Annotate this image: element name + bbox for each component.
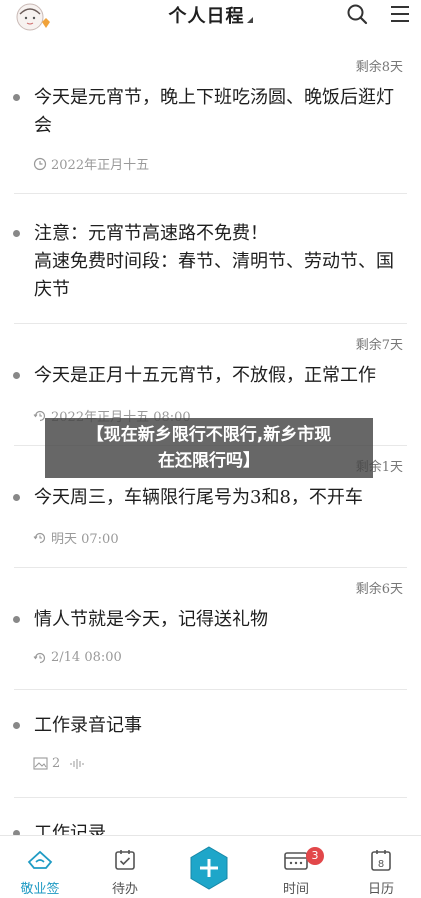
list-item[interactable]: 注意：元宵节高速路不免费！ 高速免费时间段：春节、清明节、劳动节、国庆节 bbox=[0, 194, 421, 324]
item-text: 注意：元宵节高速路不免费！ 高速免费时间段：春节、清明节、劳动节、国庆节 bbox=[34, 223, 394, 300]
time-icon bbox=[284, 852, 308, 870]
nav-item-todo[interactable]: 待办 bbox=[85, 836, 165, 898]
repeat-clock-icon bbox=[33, 652, 46, 663]
item-meta: 2 bbox=[33, 756, 86, 771]
nav-label: 时间 bbox=[282, 882, 309, 897]
item-text: 情人节就是今天，记得送礼物 bbox=[34, 609, 268, 630]
list-item[interactable]: 工作录音记事 2 bbox=[0, 690, 421, 798]
caret-icon bbox=[246, 17, 253, 23]
nav-item-time[interactable]: 时间 bbox=[256, 836, 336, 898]
remaining-days: 剩余6天 bbox=[355, 582, 403, 597]
remaining-days: 剩余7天 bbox=[355, 338, 403, 353]
repeat-clock-icon bbox=[33, 532, 46, 543]
list-item[interactable]: 工作记录 bbox=[0, 798, 421, 838]
nav-item-home[interactable]: 敬业签 bbox=[0, 836, 80, 898]
overlay-banner: 【现在新乡限行不限行,新乡市现 在还限行吗】 bbox=[45, 418, 373, 478]
add-icon[interactable] bbox=[187, 846, 231, 890]
nav-item-calendar[interactable]: 8 日历 bbox=[341, 836, 421, 898]
item-text: 今天是元宵节，晚上下班吃汤圆、晚饭后逛灯会 bbox=[34, 87, 394, 136]
item-meta: 2022年正月十五 bbox=[33, 154, 149, 173]
list-item[interactable]: 剩余8天 今天是元宵节，晚上下班吃汤圆、晚饭后逛灯会 2022年正月十五 bbox=[0, 46, 421, 194]
menu-icon[interactable] bbox=[389, 3, 411, 25]
meta-text: 2 bbox=[52, 756, 61, 771]
nav-label: 日历 bbox=[367, 882, 394, 897]
meta-text: 2/14 08:00 bbox=[51, 650, 122, 665]
list-item[interactable]: 剩余6天 情人节就是今天，记得送礼物 2/14 08:00 bbox=[0, 568, 421, 690]
item-text: 今天周三，车辆限行尾号为3和8，不开车 bbox=[34, 487, 363, 508]
clock-icon bbox=[33, 157, 47, 170]
todo-icon bbox=[115, 850, 135, 870]
meta-text: 明天 07:00 bbox=[51, 532, 119, 547]
bullet-dot bbox=[13, 722, 20, 729]
nav-label: 待办 bbox=[111, 882, 138, 897]
bottom-nav: 敬业签 待办 时间 3 8 日历 bbox=[0, 835, 421, 898]
item-meta: 2/14 08:00 bbox=[33, 650, 122, 665]
item-text: 今天是正月十五元宵节，不放假，正常工作 bbox=[34, 365, 376, 386]
bullet-dot bbox=[13, 94, 20, 101]
item-text: 工作录音记事 bbox=[34, 715, 142, 736]
audio-wave-icon bbox=[70, 758, 84, 769]
search-icon[interactable] bbox=[346, 3, 368, 25]
logo-icon bbox=[27, 850, 53, 869]
image-icon bbox=[33, 757, 48, 770]
nav-label: 敬业签 bbox=[20, 882, 60, 897]
bullet-dot bbox=[13, 616, 20, 623]
app-header: 个人日程 bbox=[0, 0, 421, 46]
bullet-dot bbox=[13, 230, 20, 237]
notification-badge: 3 bbox=[306, 847, 324, 865]
item-meta: 明天 07:00 bbox=[33, 528, 119, 547]
calendar-icon: 8 bbox=[371, 850, 391, 871]
svg-text:8: 8 bbox=[378, 859, 384, 870]
meta-text: 2022年正月十五 bbox=[51, 158, 150, 173]
bullet-dot bbox=[13, 494, 20, 501]
bullet-dot bbox=[13, 372, 20, 379]
remaining-days: 剩余8天 bbox=[355, 60, 403, 75]
banner-line-1: 【现在新乡限行不限行,新乡市现 bbox=[86, 425, 332, 445]
banner-line-2: 在还限行吗】 bbox=[158, 451, 260, 471]
